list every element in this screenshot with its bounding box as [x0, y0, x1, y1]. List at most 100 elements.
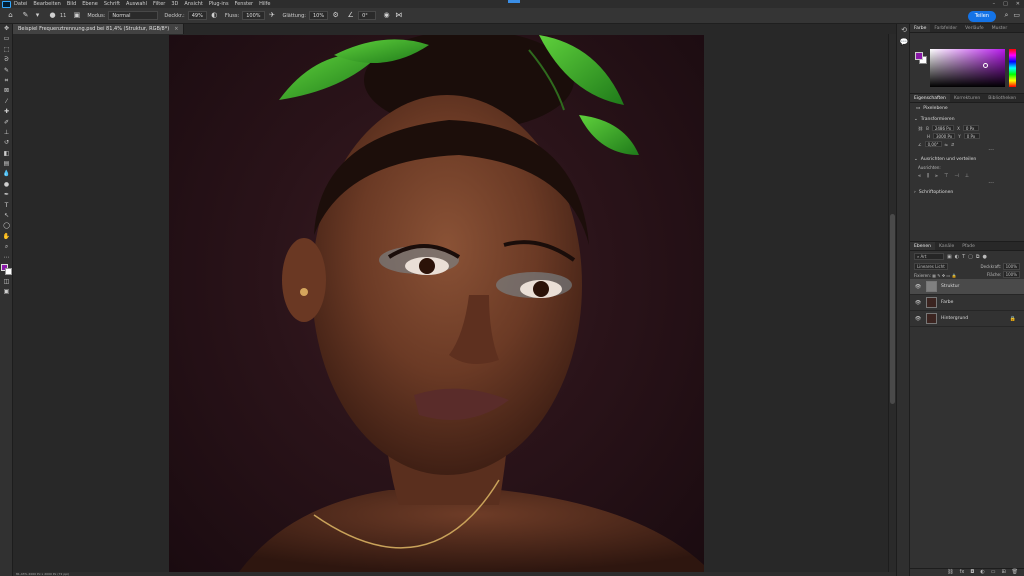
layer-row-hintergrund[interactable]: 👁 Hintergrund 🔒: [910, 311, 1024, 327]
gradient-tool-icon[interactable]: ▤: [0, 159, 13, 169]
chevron-right-icon[interactable]: ›: [914, 190, 916, 195]
vertical-scrollbar[interactable]: [888, 34, 896, 572]
tab-muster[interactable]: Muster: [988, 24, 1011, 32]
minimize-icon[interactable]: –: [993, 0, 996, 8]
workspace-icon[interactable]: ▭: [1013, 11, 1020, 20]
lock-icons[interactable]: ▦ ✎ ✥ ▭ 🔒: [932, 273, 956, 278]
align-top-icon[interactable]: ⊤: [944, 173, 948, 179]
pen-tool-icon[interactable]: ✒: [0, 190, 13, 200]
new-layer-icon[interactable]: ⊞: [1001, 569, 1005, 576]
brush-size-picker[interactable]: ● 11: [48, 11, 66, 20]
tab-verlaeufe[interactable]: Verläufe: [961, 24, 988, 32]
hand-tool-icon[interactable]: ✋: [0, 232, 13, 242]
tab-korrekturen[interactable]: Korrekturen: [950, 94, 984, 102]
menu-ansicht[interactable]: Ansicht: [184, 0, 202, 8]
close-tab-icon[interactable]: ×: [174, 26, 178, 32]
close-window-icon[interactable]: ✕: [1016, 0, 1020, 8]
frame-tool-icon[interactable]: ⊠: [0, 86, 13, 96]
flip-vertical-icon[interactable]: ⇵: [951, 142, 954, 147]
adjustment-layer-icon[interactable]: ◐: [980, 569, 984, 576]
shape-tool-icon[interactable]: ◯: [0, 221, 13, 231]
width-field[interactable]: 2486 Px: [931, 125, 955, 131]
document-info[interactable]: 2000 Px x 2000 Px (72 ppi): [28, 572, 69, 576]
tab-bibliotheken[interactable]: Bibliotheken: [984, 94, 1020, 102]
color-field[interactable]: [930, 49, 1005, 87]
hue-slider[interactable]: [1009, 49, 1016, 87]
height-field[interactable]: 3000 Px: [933, 133, 956, 139]
gear-icon[interactable]: ⚙: [331, 11, 340, 20]
foreground-color-chip[interactable]: [915, 52, 923, 60]
filter-shape-icon[interactable]: ▢: [968, 254, 973, 260]
lasso-tool-icon[interactable]: ᘐ: [0, 55, 13, 65]
layer-kind-filter[interactable]: ⌕ Art: [914, 253, 944, 260]
tab-pfade[interactable]: Pfade: [958, 242, 979, 250]
tab-eigenschaften[interactable]: Eigenschaften: [910, 94, 950, 102]
blend-mode-select[interactable]: Lineares Licht: [914, 263, 948, 270]
y-field[interactable]: 0 Px: [963, 133, 980, 139]
align-bottom-icon[interactable]: ⊥: [965, 173, 969, 179]
menu-plugins[interactable]: Plug-ins: [209, 0, 229, 8]
menu-fenster[interactable]: Fenster: [235, 0, 254, 8]
filter-smart-icon[interactable]: ⧉: [976, 254, 980, 260]
move-tool-icon[interactable]: ✥: [0, 24, 13, 34]
lock-icon[interactable]: 🔒: [1010, 316, 1016, 322]
symmetry-icon[interactable]: ⋈: [394, 11, 403, 20]
marquee-tool-icon[interactable]: ⬚: [0, 45, 13, 55]
brush-tool-icon[interactable]: ✐: [0, 118, 13, 128]
artboard-tool-icon[interactable]: ▭: [0, 34, 13, 44]
scrollbar-thumb[interactable]: [890, 214, 895, 404]
history-panel-icon[interactable]: ⟲: [897, 24, 911, 36]
trash-icon[interactable]: 🗑: [1012, 569, 1018, 576]
home-icon[interactable]: ⌂: [6, 11, 15, 20]
new-group-icon[interactable]: ▭: [991, 569, 996, 576]
opacity-field[interactable]: 49%: [187, 11, 207, 20]
menu-bild[interactable]: Bild: [67, 0, 76, 8]
crop-tool-icon[interactable]: ⌗: [0, 76, 13, 86]
more-tools-icon[interactable]: ⋯: [0, 253, 13, 263]
type-tool-icon[interactable]: T: [0, 201, 13, 211]
color-picker-ring[interactable]: [983, 63, 988, 68]
chevron-down-icon[interactable]: ⌄: [914, 117, 918, 122]
healing-tool-icon[interactable]: ✚: [0, 107, 13, 117]
portrait-photo[interactable]: [169, 35, 704, 572]
background-color-swatch[interactable]: [5, 267, 12, 275]
menu-schrift[interactable]: Schrift: [104, 0, 120, 8]
tab-farbfelder[interactable]: Farbfelder: [930, 24, 961, 32]
menu-datei[interactable]: Datei: [14, 0, 27, 8]
layer-row-struktur[interactable]: 👁 Struktur: [910, 279, 1024, 295]
tab-ebenen[interactable]: Ebenen: [910, 242, 935, 250]
share-button[interactable]: Teilen: [967, 11, 996, 22]
align-left-icon[interactable]: ⫷: [918, 173, 921, 179]
fx-icon[interactable]: fx: [960, 569, 965, 576]
quick-mask-icon[interactable]: ◫: [0, 277, 13, 287]
angle-field[interactable]: 0°: [358, 11, 377, 20]
menu-bearbeiten[interactable]: Bearbeiten: [33, 0, 60, 8]
quick-select-tool-icon[interactable]: ✎: [0, 66, 13, 76]
flow-field[interactable]: 100%: [242, 11, 265, 20]
filter-pixel-icon[interactable]: ▣: [947, 254, 952, 260]
visibility-eye-icon[interactable]: 👁: [914, 284, 922, 290]
chevron-down-icon[interactable]: ▾: [33, 11, 42, 20]
screen-mode-icon[interactable]: ▣: [0, 287, 13, 297]
document-tab[interactable]: Beispiel Frequenztrennung.psd bei 81,4% …: [13, 24, 185, 34]
dodge-tool-icon[interactable]: ●: [0, 180, 13, 190]
stamp-tool-icon[interactable]: ⊥: [0, 128, 13, 138]
layer-opacity-field[interactable]: 100%: [1002, 262, 1020, 270]
link-icon[interactable]: ⛓: [918, 126, 923, 131]
eyedropper-tool-icon[interactable]: ⁄: [0, 97, 13, 107]
menu-hilfe[interactable]: Hilfe: [259, 0, 270, 8]
menu-ebene[interactable]: Ebene: [82, 0, 98, 8]
align-hcenter-icon[interactable]: ⫼: [927, 173, 929, 179]
photoshop-logo-icon[interactable]: [2, 0, 11, 8]
layer-row-farbe[interactable]: 👁 Farbe: [910, 295, 1024, 311]
visibility-eye-icon[interactable]: 👁: [914, 316, 922, 322]
history-brush-tool-icon[interactable]: ↺: [0, 138, 13, 148]
color-swatches[interactable]: [0, 263, 13, 277]
flip-horizontal-icon[interactable]: ⇋: [945, 142, 948, 147]
blur-tool-icon[interactable]: 💧: [0, 169, 13, 179]
path-select-tool-icon[interactable]: ↖: [0, 211, 13, 221]
align-vcenter-icon[interactable]: ⊣: [954, 173, 958, 179]
menu-3d[interactable]: 3D: [171, 0, 178, 8]
filter-type-icon[interactable]: T: [962, 254, 965, 260]
pressure-size-icon[interactable]: ◉: [382, 11, 391, 20]
